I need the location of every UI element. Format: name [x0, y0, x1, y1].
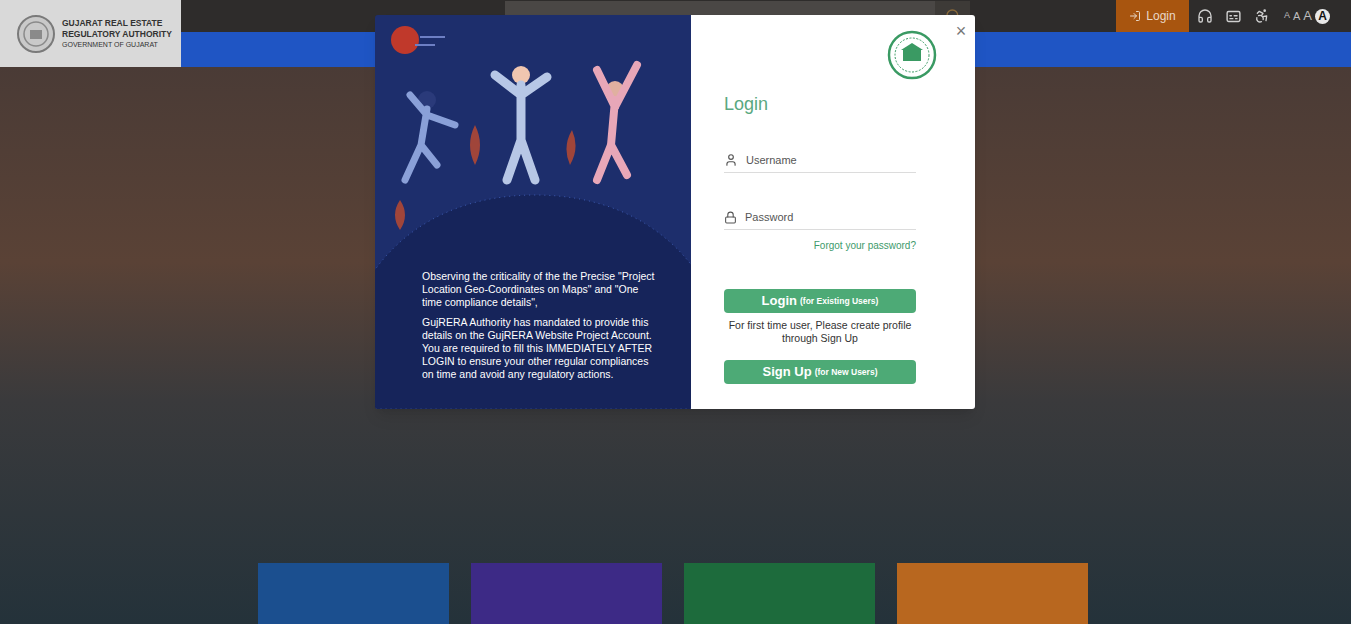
accessibility-tools: [1197, 8, 1270, 25]
font-size-option[interactable]: A: [1284, 9, 1290, 23]
gujrera-logo-icon: [887, 30, 937, 80]
font-size-option[interactable]: A: [1315, 9, 1330, 24]
org-name: GUJARAT REAL ESTATEREGULATORY AUTHORITYG…: [62, 18, 172, 50]
service-tile[interactable]: [684, 563, 875, 624]
login-title: Login: [724, 91, 916, 117]
org-sub: GOVERNMENT OF GUJARAT: [62, 40, 172, 50]
login-modal: Observing the criticality of the the Pre…: [375, 15, 975, 409]
password-field[interactable]: Password: [724, 208, 916, 230]
login-panel: × Login Username Password Forgot your passwo…: [691, 15, 975, 409]
signup-button[interactable]: Sign Up(for New Users): [724, 360, 916, 384]
signup-hint: For first time user, Please create profi…: [724, 319, 916, 345]
user-icon: [724, 153, 738, 167]
username-field[interactable]: Username: [724, 151, 916, 173]
notice-paragraph: Observing the criticality of the the Pre…: [422, 270, 655, 309]
captions-icon[interactable]: [1225, 8, 1242, 25]
authority-emblem-icon: [16, 14, 56, 54]
login-button[interactable]: Login: [1116, 0, 1189, 32]
tile-row: [0, 563, 1351, 624]
org-name-line: REGULATORY AUTHORITY: [62, 29, 172, 40]
notice-text: Observing the criticality of the the Pre…: [422, 270, 655, 381]
font-size-option[interactable]: A: [1303, 6, 1312, 26]
field-placeholder: Username: [746, 152, 797, 169]
login-submit-button[interactable]: Login(for Existing Users): [724, 289, 916, 313]
org-name-line: GUJARAT REAL ESTATE: [62, 18, 172, 29]
field-placeholder: Password: [745, 209, 793, 226]
page: GUJARAT REAL ESTATEREGULATORY AUTHORITYG…: [0, 0, 1351, 624]
site-logo[interactable]: GUJARAT REAL ESTATEREGULATORY AUTHORITYG…: [0, 0, 181, 67]
font-size-option[interactable]: A: [1293, 8, 1300, 25]
font-size-controls: AAAA: [1284, 6, 1330, 26]
service-tile[interactable]: [471, 563, 662, 624]
headset-icon[interactable]: [1197, 8, 1213, 24]
accessibility-icon[interactable]: [1254, 8, 1270, 24]
close-button[interactable]: ×: [953, 23, 969, 39]
login-icon: [1129, 10, 1141, 22]
forgot-password-link[interactable]: Forgot your password?: [814, 238, 916, 253]
service-tile[interactable]: [258, 563, 449, 624]
notice-panel: Observing the criticality of the the Pre…: [375, 15, 691, 409]
lock-icon: [724, 211, 737, 224]
service-tile[interactable]: [897, 563, 1088, 624]
notice-paragraph: GujRERA Authority has mandated to provid…: [422, 316, 655, 381]
